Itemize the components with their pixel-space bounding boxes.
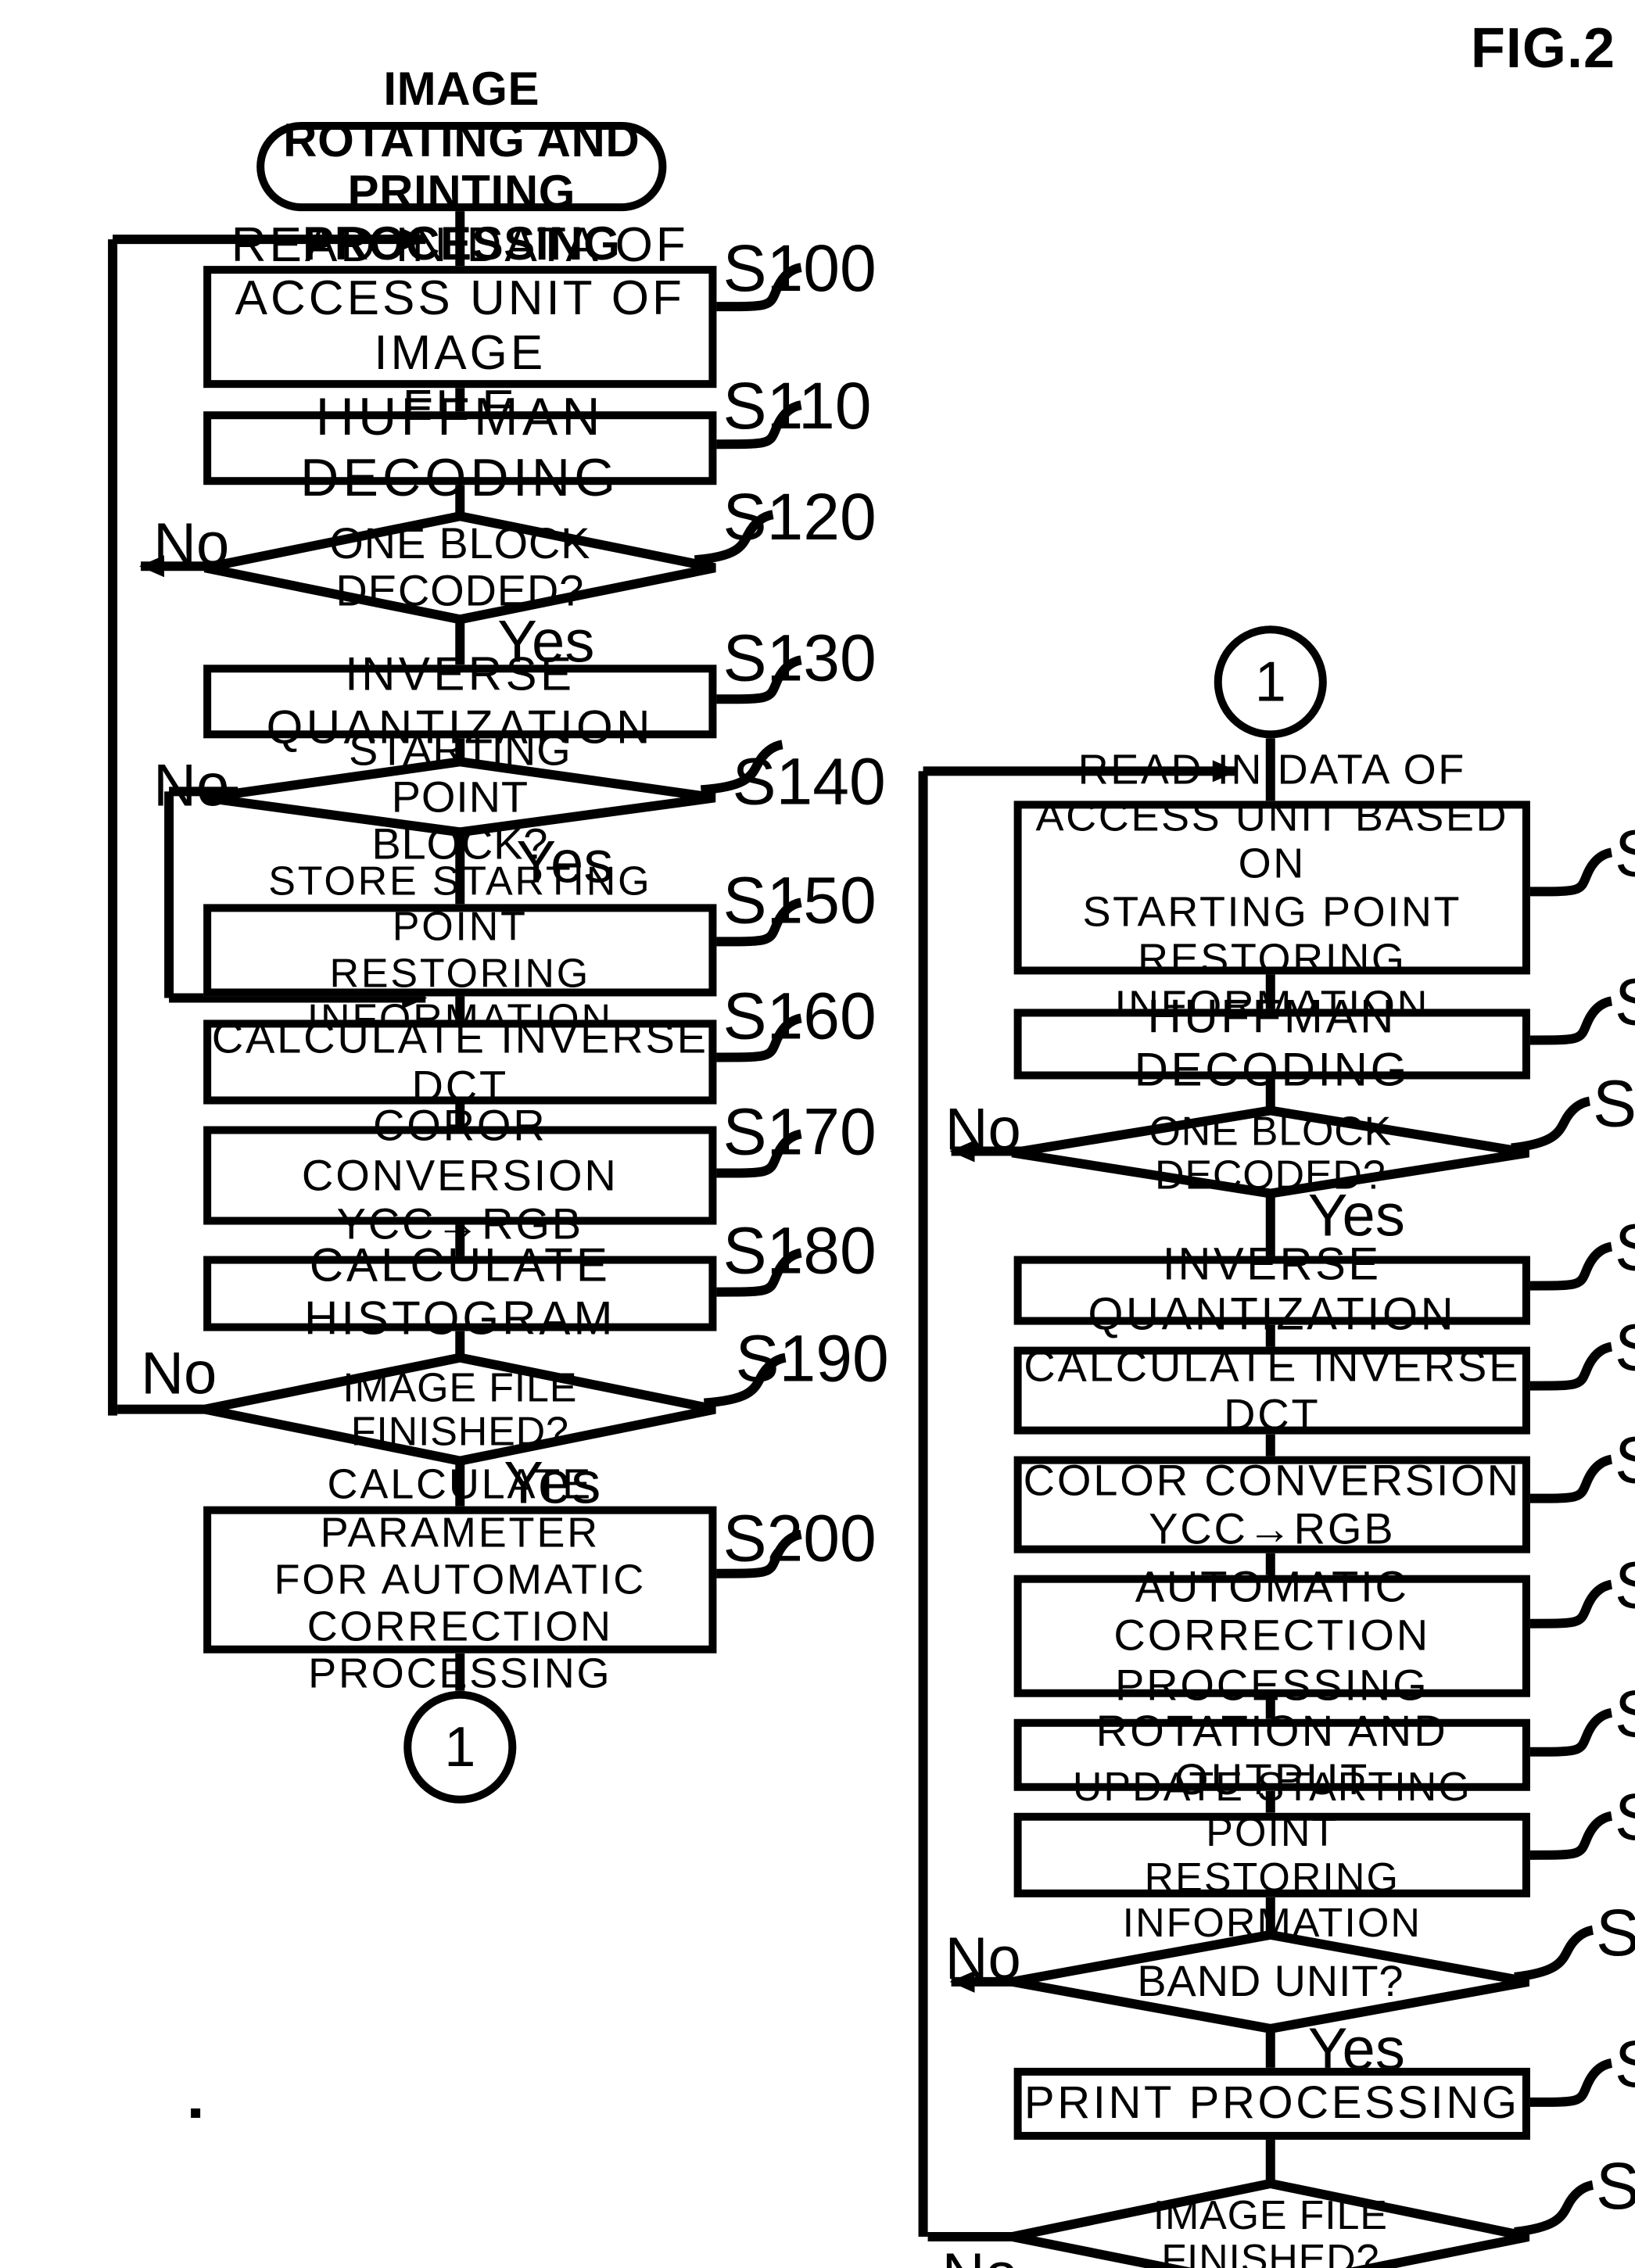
step-number-s310: S310 (1615, 2027, 1635, 2102)
step-s130-label: INVERSE QUANTIZATION (266, 649, 654, 754)
step-number-s240: S240 (1615, 1211, 1635, 1286)
step-s210-label: READ IN DATA OF ACCESS UNIT BASED ON START… (1035, 745, 1509, 1030)
step-s220-box[interactable]: HUFFMAN DECODING (1013, 991, 1530, 1095)
branch-no-s230: No (945, 1098, 1021, 1164)
branch-no-s120: No (153, 513, 230, 579)
step-s130-box[interactable]: INVERSE QUANTIZATION (203, 649, 717, 753)
step-s160-box[interactable]: CALCULATE INVERSE DCT (203, 1013, 717, 1110)
step-s240-box[interactable]: INVERSE QUANTIZATION (1013, 1240, 1530, 1341)
step-number-s230: S230 (1592, 1066, 1635, 1141)
step-s110-label: HUFFMAN DECODING (300, 389, 620, 508)
step-s100-box[interactable]: READ IN DATA OF ACCESS UNIT OF IMAGE FILE (203, 217, 717, 434)
step-number-s210: S210 (1615, 816, 1635, 891)
step-s210-box[interactable]: READ IN DATA OF ACCESS UNIT BASED ON START… (1013, 746, 1530, 1029)
connector-out-1: 1 (403, 1690, 517, 1804)
step-s310-box[interactable]: PRINT PROCESSING (1013, 2067, 1530, 2140)
step-s320-decision[interactable]: IMAGE FILE FINISHED? (1052, 2193, 1490, 2268)
step-number-s170: S170 (722, 1095, 877, 1169)
step-number-s300: S300 (1596, 1896, 1635, 1971)
step-s160-label: CALCULATE INVERSE DCT (211, 1012, 708, 1111)
branch-no-s140: No (153, 754, 230, 820)
step-s320-label: IMAGE FILE FINISHED? (1153, 2191, 1388, 2268)
step-s300-label: BAND UNIT? (1137, 1956, 1404, 2005)
step-s250-box[interactable]: CALCULATE INVERSE DCT (1013, 1342, 1530, 1439)
branch-no-s300: No (945, 1926, 1021, 1993)
step-s200-label: CALCULATE PARAMETER FOR AUTOMATIC CORRECTI… (274, 1461, 647, 1698)
step-s270-label: AUTOMATIC CORRECTION PROCESSING (1113, 1562, 1431, 1710)
step-number-s120: S120 (722, 480, 877, 554)
step-s140-decision[interactable]: STARTING POINT BLOCK? (303, 726, 616, 867)
step-number-s140: S140 (732, 744, 886, 819)
step-number-s200: S200 (722, 1501, 877, 1575)
step-s250-label: CALCULATE INVERSE DCT (1024, 1341, 1521, 1439)
step-s110-box[interactable]: HUFFMAN DECODING (203, 389, 717, 507)
step-s120-decision[interactable]: ONE BLOCK DECODED? (272, 519, 647, 614)
step-s180-box[interactable]: CALCULATE HISTOGRAM (203, 1241, 717, 1345)
step-number-s110: S110 (722, 369, 872, 443)
step-number-s190: S190 (735, 1321, 889, 1396)
step-number-s290: S290 (1615, 1780, 1635, 1855)
step-s230-label: ONE BLOCK DECODED? (1149, 1107, 1393, 1198)
step-s150-box[interactable]: STORE STARTING POINT RESTORING INFORMATIO… (203, 858, 717, 1041)
step-s310-label: PRINT PROCESSING (1024, 2078, 1520, 2129)
step-s290-box[interactable]: UPDATE STARTING POINT RESTORING INFORMATI… (1013, 1763, 1530, 1945)
step-number-s130: S130 (722, 621, 877, 695)
scan-speck (191, 2108, 201, 2118)
step-number-s160: S160 (722, 979, 877, 1053)
step-s200-box[interactable]: CALCULATE PARAMETER FOR AUTOMATIC CORRECTI… (203, 1461, 717, 1697)
connector-in-1-label: 1 (1254, 649, 1286, 714)
step-s220-label: HUFFMAN DECODING (1134, 991, 1410, 1096)
step-number-s180: S180 (722, 1213, 877, 1288)
step-s290-label: UPDATE STARTING POINT RESTORING INFORMATI… (1072, 1762, 1472, 1947)
step-s190-decision[interactable]: IMAGE FILE FINISHED? (256, 1365, 663, 1453)
step-s260-box[interactable]: COLOR CONVERSION YCC→RGB (1013, 1455, 1530, 1553)
step-s190-label: IMAGE FILE FINISHED? (342, 1363, 578, 1455)
figure-page: FIG.2 IMAGE ROTATING AND PRINTING PROCES… (0, 0, 1635, 2268)
figure-title: FIG.2 (1470, 16, 1616, 81)
step-s260-label: COLOR CONVERSION YCC→RGB (1023, 1455, 1521, 1553)
branch-no-s320: No (942, 2243, 1018, 2268)
step-s240-label: INVERSE QUANTIZATION (1088, 1239, 1457, 1341)
step-number-s280: S280 (1615, 1677, 1635, 1752)
step-number-s220: S220 (1615, 965, 1635, 1040)
step-s300-decision[interactable]: BAND UNIT? (1114, 1955, 1427, 2008)
step-s170-label: COROR CONVERSION YCC→RGB (301, 1102, 619, 1249)
step-number-s250: S250 (1615, 1311, 1635, 1386)
step-s170-box[interactable]: COROR CONVERSION YCC→RGB (203, 1102, 717, 1249)
start-terminal-image-rotating-printing: IMAGE ROTATING AND PRINTING PROCESSING (256, 63, 667, 270)
step-number-s100: S100 (722, 231, 877, 306)
branch-no-s190: No (141, 1342, 217, 1408)
step-number-s150: S150 (722, 863, 877, 937)
step-number-s260: S260 (1615, 1424, 1635, 1499)
step-number-s270: S270 (1615, 1549, 1635, 1624)
step-s230-decision[interactable]: ONE BLOCK DECODED? (1052, 1109, 1490, 1197)
step-s270-box[interactable]: AUTOMATIC CORRECTION PROCESSING (1013, 1563, 1530, 1709)
step-number-s320: S320 (1596, 2149, 1635, 2224)
connector-out-1-label: 1 (444, 1714, 476, 1779)
connector-in-1: 1 (1214, 625, 1327, 739)
step-s120-label: ONE BLOCK DECODED? (329, 518, 591, 615)
step-s180-label: CALCULATE HISTOGRAM (304, 1241, 616, 1345)
